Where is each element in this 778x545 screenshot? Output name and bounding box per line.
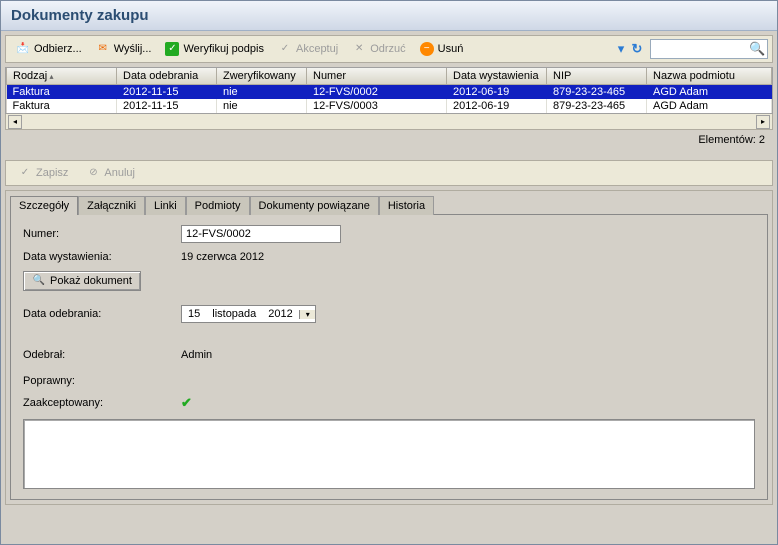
date-month: listopada: [206, 308, 262, 320]
send-icon: ✉: [96, 42, 110, 56]
numer-label: Numer:: [23, 228, 173, 240]
window: Dokumenty zakupu 📩 Odbierz... ✉ Wyślij..…: [0, 0, 778, 545]
scroll-right-icon[interactable]: ▸: [756, 115, 770, 129]
main-toolbar: 📩 Odbierz... ✉ Wyślij... ✓ Weryfikuj pod…: [5, 35, 773, 63]
odebral-label: Odebrał:: [23, 349, 173, 361]
grid-header-row: Rodzaj Data odebrania Zweryfikowany Nume…: [7, 68, 772, 85]
magnifier-icon: 🔍: [32, 274, 46, 288]
date-year: 2012: [262, 308, 298, 320]
tab-body: Numer: Data wystawienia: 19 czerwca 2012…: [10, 214, 768, 500]
verify-signature-button[interactable]: ✓ Weryfikuj podpis: [159, 40, 270, 58]
cancel-icon: ⊘: [86, 166, 100, 180]
data-wystawienia-label: Data wystawienia:: [23, 251, 173, 263]
detail-toolbar: ✓ Zapisz ⊘ Anuluj: [5, 160, 773, 186]
accept-icon: ✓: [278, 42, 292, 56]
check-icon: ✓: [165, 42, 179, 56]
save-button: ✓ Zapisz: [12, 164, 74, 182]
tab-dokumenty-powiazane[interactable]: Dokumenty powiązane: [250, 196, 379, 215]
data-wystawienia-value: 19 czerwca 2012: [181, 251, 264, 263]
send-button[interactable]: ✉ Wyślij...: [90, 40, 158, 58]
date-day: 15: [182, 308, 206, 320]
window-title: Dokumenty zakupu: [1, 1, 777, 31]
cancel-button: ⊘ Anuluj: [80, 164, 141, 182]
verify-label: Weryfikuj podpis: [183, 43, 264, 55]
col-nip[interactable]: NIP: [547, 68, 647, 85]
search-box: 🔍: [650, 39, 768, 59]
accepted-check-icon: ✔: [181, 395, 192, 411]
receive-label: Odbierz...: [34, 43, 82, 55]
detail-tabs: Szczegóły Załączniki Linki Podmioty Doku…: [6, 191, 772, 214]
col-nazwa-podmiotu[interactable]: Nazwa podmiotu: [647, 68, 772, 85]
poprawny-label: Poprawny:: [23, 375, 173, 387]
table-row[interactable]: Faktura 2012-11-15 nie 12-FVS/0003 2012-…: [7, 99, 772, 113]
reject-button: ✕ Odrzuć: [346, 40, 411, 58]
numer-field[interactable]: [181, 225, 341, 243]
data-odebrania-picker[interactable]: 15 listopada 2012 ▾: [181, 305, 316, 323]
documents-grid: Rodzaj Data odebrania Zweryfikowany Nume…: [5, 67, 773, 114]
receive-icon: 📩: [16, 42, 30, 56]
grid-h-scrollbar[interactable]: ◂ ▸: [5, 114, 773, 130]
search-icon[interactable]: 🔍: [749, 42, 763, 56]
zaakceptowany-label: Zaakceptowany:: [23, 397, 173, 409]
tab-linki[interactable]: Linki: [145, 196, 186, 215]
detail-panel: Szczegóły Załączniki Linki Podmioty Doku…: [5, 190, 773, 505]
col-data-wystawienia[interactable]: Data wystawienia: [447, 68, 547, 85]
tab-historia[interactable]: Historia: [379, 196, 434, 215]
row-count-label: Elementów: 2: [1, 130, 777, 156]
tab-zalaczniki[interactable]: Załączniki: [78, 196, 145, 215]
show-document-button[interactable]: 🔍 Pokaż dokument: [23, 271, 141, 291]
refresh-icon[interactable]: ↻: [630, 42, 644, 56]
reject-icon: ✕: [352, 42, 366, 56]
delete-icon: −: [420, 42, 434, 56]
col-rodzaj[interactable]: Rodzaj: [7, 68, 117, 85]
table-row[interactable]: Faktura 2012-11-15 nie 12-FVS/0002 2012-…: [7, 85, 772, 100]
save-check-icon: ✓: [18, 166, 32, 180]
filter-icon[interactable]: ▾: [614, 42, 628, 56]
accept-button: ✓ Akceptuj: [272, 40, 344, 58]
tab-podmioty[interactable]: Podmioty: [186, 196, 250, 215]
chevron-down-icon[interactable]: ▾: [299, 310, 315, 319]
col-numer[interactable]: Numer: [307, 68, 447, 85]
send-label: Wyślij...: [114, 43, 152, 55]
show-document-label: Pokaż dokument: [50, 275, 132, 287]
search-input[interactable]: [655, 42, 745, 56]
delete-label: Usuń: [438, 43, 464, 55]
col-data-odebrania[interactable]: Data odebrania: [117, 68, 217, 85]
notes-textarea[interactable]: [23, 419, 755, 489]
delete-button[interactable]: − Usuń: [414, 40, 470, 58]
cancel-label: Anuluj: [104, 167, 135, 179]
col-zweryfikowany[interactable]: Zweryfikowany: [217, 68, 307, 85]
save-label: Zapisz: [36, 167, 68, 179]
tab-szczegoly[interactable]: Szczegóły: [10, 196, 78, 215]
data-odebrania-label: Data odebrania:: [23, 308, 173, 320]
odebral-value: Admin: [181, 349, 212, 361]
scroll-left-icon[interactable]: ◂: [8, 115, 22, 129]
receive-button[interactable]: 📩 Odbierz...: [10, 40, 88, 58]
accept-label: Akceptuj: [296, 43, 338, 55]
reject-label: Odrzuć: [370, 43, 405, 55]
